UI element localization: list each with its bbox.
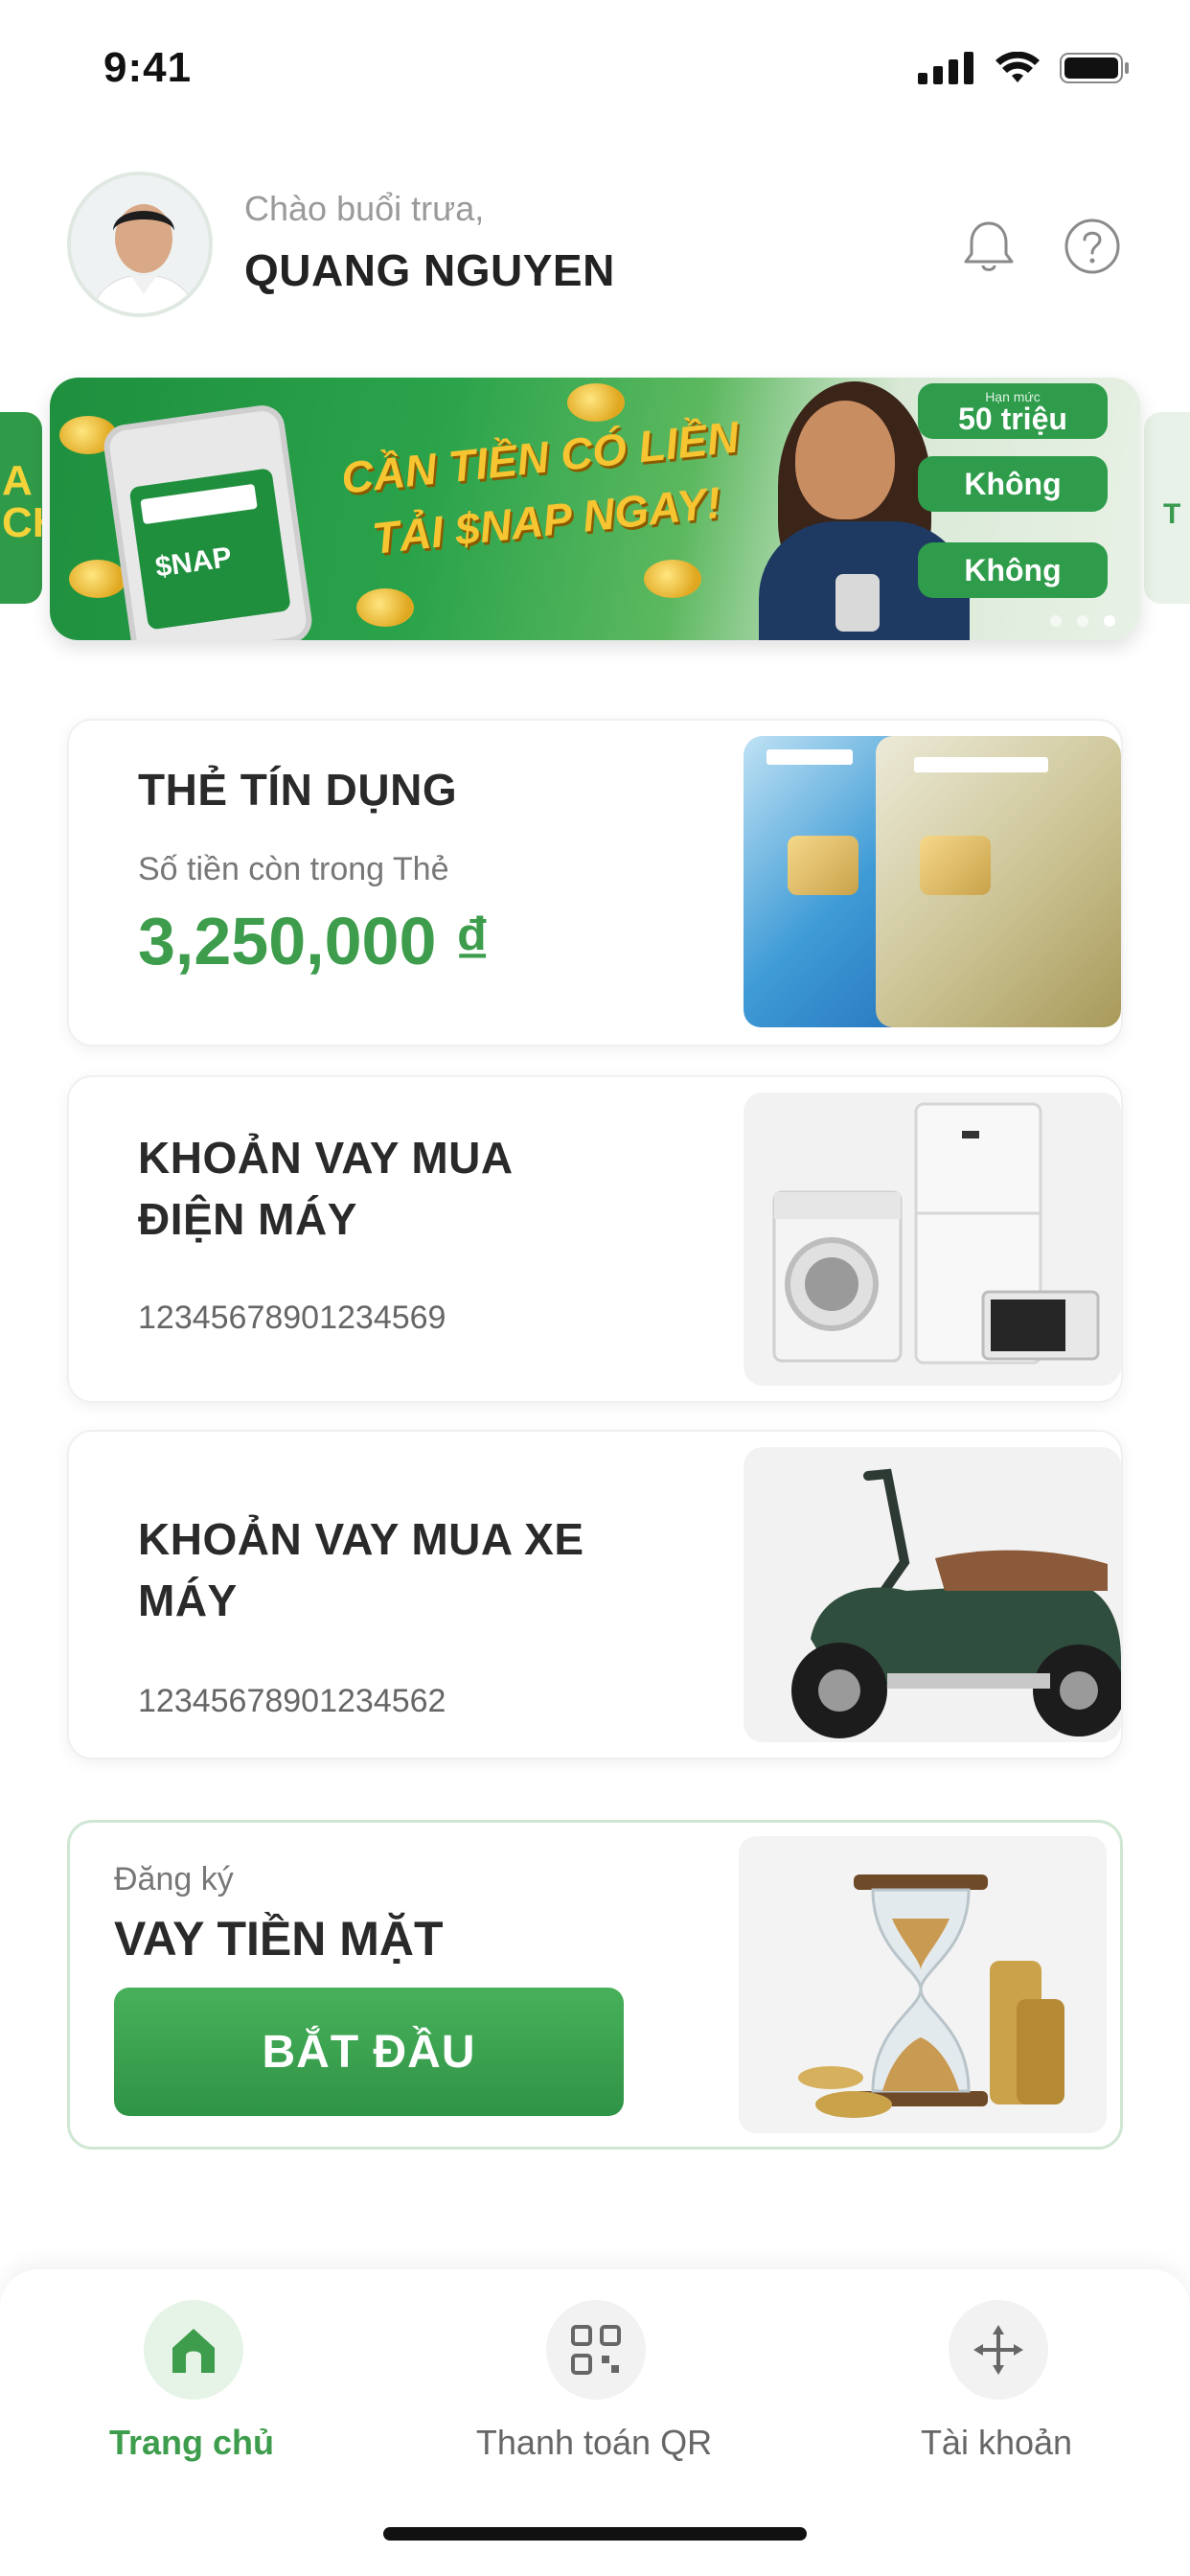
avatar-photo: [71, 175, 209, 313]
carousel-dot-active[interactable]: [1104, 615, 1115, 627]
carousel-dot[interactable]: [1077, 615, 1088, 627]
nav-home-label: Trang chủ: [108, 2423, 275, 2462]
promo-carousel[interactable]: A CH T $NAP CẦN TIỀN CÓ LIỀN TẢI $NAP NG…: [0, 378, 1190, 646]
banner-pill-label: Không: [964, 553, 1062, 587]
banner-pill-caption: Hạn mức: [985, 389, 1041, 404]
home-indicator: [383, 2527, 807, 2541]
appliance-loan-account-no: 12345678901234569: [138, 1300, 446, 1336]
appliance-loan-tile[interactable]: KHOẢN VAY MUA ĐIỆN MÁY 12345678901234569: [67, 1075, 1123, 1403]
banner-peek-right-text: T: [1163, 498, 1181, 530]
credit-card-balance: 3,250,000 ₫: [138, 904, 490, 978]
appliance-image: [744, 1092, 1121, 1386]
home-header: Chào buổi trưa, QUANG NGUYEN: [0, 168, 1190, 321]
promo-banner[interactable]: $NAP CẦN TIỀN CÓ LIỀN TẢI $NAP NGAY! Hạn…: [50, 378, 1140, 640]
motorbike-loan-account-no: 12345678901234562: [138, 1683, 446, 1719]
banner-pill-label: Không: [964, 467, 1062, 501]
credit-card-tile[interactable]: THẺ TÍN DỤNG Số tiền còn trong Thẻ 3,250…: [67, 719, 1123, 1046]
cash-loan-tile: Đăng ký VAY TIỀN MẶT BẮT ĐẦU: [67, 1820, 1123, 2150]
banner-phone-label: $NAP: [153, 540, 234, 584]
nav-home[interactable]: Trang chủ: [48, 2300, 335, 2472]
banner-pill-1: Hạn mức 50 triệu: [918, 383, 1108, 439]
appliance-loan-title: KHOẢN VAY MUA ĐIỆN MÁY: [138, 1127, 514, 1250]
home-icon: [172, 2329, 215, 2373]
banner-pill-3: Không: [918, 542, 1108, 598]
motorbike-loan-title-line2: MÁY: [138, 1576, 238, 1625]
account-icon: [973, 2325, 1023, 2375]
credit-card-title: THẺ TÍN DỤNG: [138, 765, 458, 815]
status-icons: [918, 52, 1131, 84]
banner-peek-left[interactable]: A CH: [0, 412, 42, 604]
coin-decoration: [69, 560, 126, 598]
battery-icon: [1060, 53, 1129, 83]
coin-decoration: [567, 383, 625, 422]
credit-card-balance-label: Số tiền còn trong Thẻ: [138, 851, 449, 887]
status-bar: 9:41: [0, 0, 1190, 134]
greeting-text: Chào buổi trưa,: [244, 189, 485, 228]
help-icon[interactable]: [1062, 216, 1123, 277]
banner-phone-image: $NAP: [101, 402, 315, 640]
banner-peek-left-text: A CH: [2, 457, 42, 546]
nav-account-label: Tài khoản: [920, 2423, 1073, 2462]
motorbike-loan-title-line1: KHOẢN VAY MUA XE: [138, 1514, 584, 1564]
user-name: QUANG NGUYEN: [244, 245, 615, 295]
bell-icon[interactable]: [958, 216, 1019, 277]
carousel-dot[interactable]: [1050, 615, 1062, 627]
hourglass-coins-image: [739, 1836, 1107, 2133]
nav-account[interactable]: Tài khoản: [853, 2300, 1140, 2472]
credit-card-image: [744, 736, 1121, 1029]
banner-peek-right[interactable]: T: [1144, 412, 1190, 604]
appliance-loan-title-line2: ĐIỆN MÁY: [138, 1194, 357, 1244]
appliance-loan-title-line1: KHOẢN VAY MUA: [138, 1133, 514, 1183]
avatar[interactable]: [67, 172, 213, 317]
qr-scan-icon: [571, 2325, 621, 2375]
coin-decoration: [356, 588, 414, 627]
banner-pill-2: Không: [918, 456, 1108, 512]
carousel-dots: [1050, 615, 1115, 627]
banner-headline: CẦN TIỀN CÓ LIỀN TẢI $NAP NGAY!: [322, 403, 764, 574]
cash-loan-pre-label: Đăng ký: [114, 1861, 234, 1898]
banner-pill-label: 50 triệu: [958, 402, 1067, 436]
coin-decoration: [644, 560, 701, 598]
cash-loan-title: VAY TIỀN MẶT: [114, 1912, 444, 1966]
nav-qr-payment[interactable]: Thanh toán QR: [450, 2300, 738, 2472]
gold-credit-card: [876, 736, 1121, 1027]
status-time: 9:41: [103, 44, 193, 91]
signal-icon: [918, 52, 973, 84]
nav-qr-label: Thanh toán QR: [475, 2423, 713, 2462]
wifi-icon: [995, 52, 1040, 82]
motorbike-loan-tile[interactable]: KHOẢN VAY MUA XE MÁY 12345678901234562: [67, 1430, 1123, 1760]
motorbike-loan-title: KHOẢN VAY MUA XE MÁY: [138, 1508, 584, 1631]
start-button[interactable]: BẮT ĐẦU: [114, 1988, 624, 2116]
motorbike-image: [744, 1447, 1121, 1742]
